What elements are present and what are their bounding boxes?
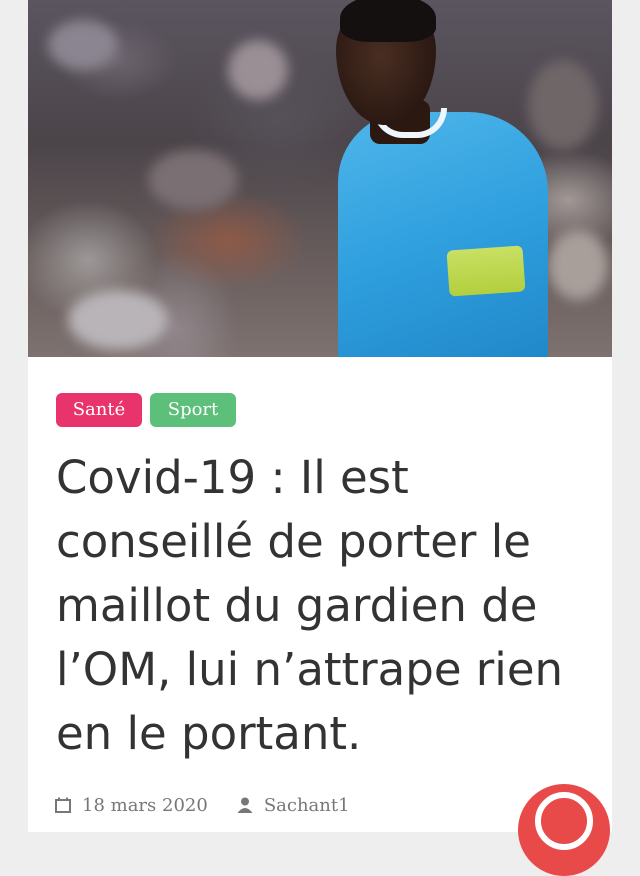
crowd-blur	[528, 60, 598, 150]
tag-sport[interactable]: Sport	[150, 393, 236, 427]
captain-armband	[446, 245, 526, 297]
floating-button-icon	[535, 792, 593, 850]
article-date: 18 mars 2020	[82, 794, 208, 816]
player-hair	[340, 0, 436, 42]
article-meta: 18 mars 2020 Sachant1	[54, 790, 350, 820]
crowd-blur	[68, 290, 168, 350]
article-author[interactable]: Sachant1	[264, 795, 350, 816]
page: Santé Sport Covid-19 : Il est conseillé …	[0, 0, 640, 876]
user-icon	[236, 796, 254, 814]
crowd-blur	[548, 230, 608, 300]
category-tags: Santé Sport	[56, 393, 236, 427]
floating-action-button[interactable]	[518, 784, 610, 876]
calendar-icon	[54, 796, 72, 814]
article-card: Santé Sport Covid-19 : Il est conseillé …	[28, 0, 612, 876]
crowd-blur	[228, 40, 288, 100]
tag-sante[interactable]: Santé	[56, 393, 142, 427]
crowd-blur	[148, 150, 238, 210]
article-hero-image[interactable]	[28, 0, 612, 357]
crowd-blur	[48, 20, 118, 70]
player-shirt	[338, 112, 548, 357]
article-headline[interactable]: Covid-19 : Il est conseillé de porter le…	[56, 446, 596, 766]
